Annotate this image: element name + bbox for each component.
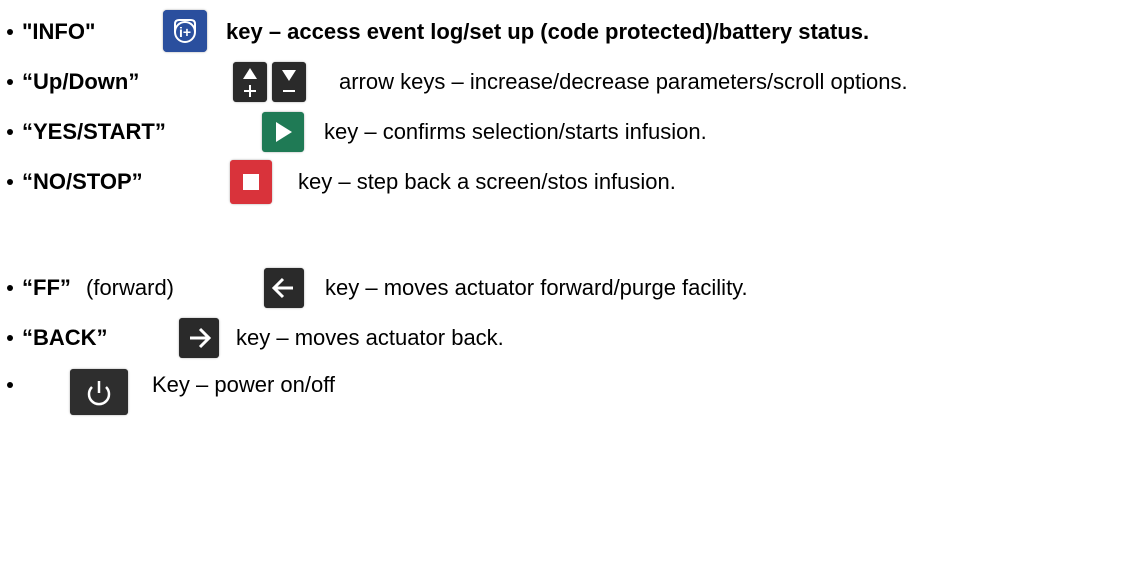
arrow-right-icon	[179, 318, 219, 358]
key-name-label: “NO/STOP”	[22, 169, 143, 194]
key-name-label: “YES/START”	[22, 119, 166, 144]
key-description: key – moves actuator back.	[236, 325, 504, 350]
bullet	[7, 129, 13, 135]
key-name-label: “Up/Down”	[22, 69, 140, 94]
key-name-label: “BACK”	[22, 325, 108, 350]
bullet	[7, 79, 13, 85]
key-description: key – access event log/set up (code prot…	[226, 19, 870, 44]
key-name-note: (forward)	[86, 275, 175, 300]
bullet	[7, 382, 13, 388]
key-name-label: "INFO"	[22, 19, 96, 44]
stop-icon	[230, 160, 272, 204]
down-minus-icon	[272, 62, 306, 102]
key-name-label: “FF”	[22, 275, 71, 300]
key-description: arrow keys – increase/decrease parameter…	[339, 69, 908, 94]
play-icon	[262, 112, 304, 152]
info-plus-icon: i+	[163, 10, 207, 52]
key-description: key – moves actuator forward/purge facil…	[325, 275, 748, 300]
bullet	[7, 29, 13, 35]
bullet	[7, 335, 13, 341]
power-icon	[70, 369, 128, 415]
key-description: Key – power on/off	[152, 372, 336, 397]
bullet	[7, 285, 13, 291]
key-description: key – step back a screen/stos infusion.	[298, 169, 676, 194]
up-plus-icon	[233, 62, 267, 102]
svg-text:i+: i+	[179, 24, 191, 40]
arrow-left-icon	[264, 268, 304, 308]
bullet	[7, 179, 13, 185]
key-description: key – confirms selection/starts infusion…	[324, 119, 707, 144]
